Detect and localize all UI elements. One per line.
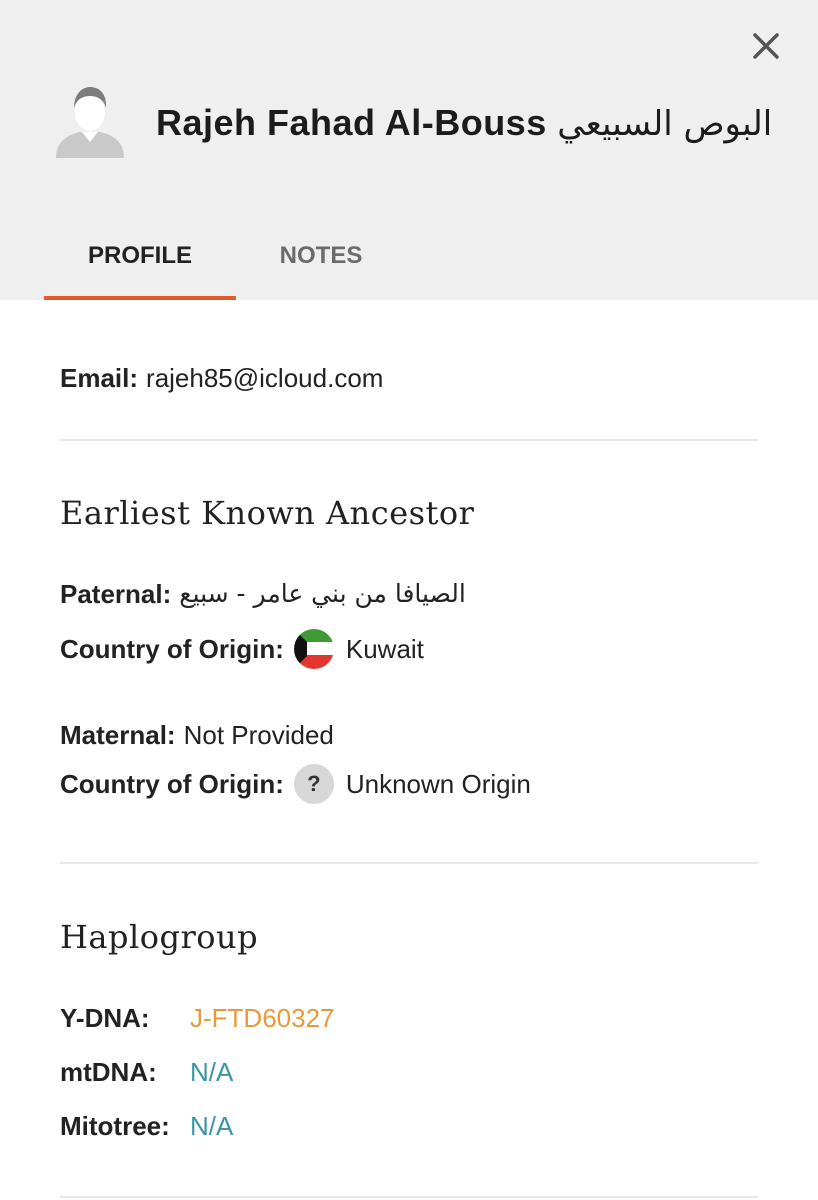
tab-profile[interactable]: PROFILE — [44, 236, 236, 276]
maternal-value: Not Provided — [183, 720, 334, 750]
maternal-origin-row: Country of Origin: ? Unknown Origin — [60, 763, 531, 805]
maternal-origin-label: Country of Origin: — [60, 769, 284, 799]
mitotree-value: N/A — [190, 1111, 234, 1141]
maternal-label: Maternal: — [60, 720, 176, 750]
email-label: Email: — [60, 363, 139, 393]
paternal-origin-row: Country of Origin: Kuwait — [60, 628, 424, 670]
profile-name-arabic: البوص السبيعي — [557, 104, 773, 144]
active-tab-indicator — [44, 296, 236, 300]
question-mark-icon: ? — [293, 764, 334, 804]
email-row: Email: rajeh85@icloud.com — [60, 361, 383, 395]
profile-name-latin: Rajeh Fahad Al-Bouss — [156, 102, 547, 143]
tab-notes[interactable]: NOTES — [236, 236, 406, 276]
email-value: rajeh85@icloud.com — [146, 363, 384, 393]
mtdna-value: N/A — [190, 1057, 234, 1087]
paternal-origin-value: Kuwait — [345, 634, 424, 664]
profile-header: Rajeh Fahad Al-Bouss البوص السبيعي PROFI… — [0, 0, 818, 300]
haplogroup-row-mitotree: Mitotree: N/A — [60, 1109, 233, 1143]
kuwait-flag-icon — [293, 629, 334, 669]
paternal-label: Paternal: — [60, 579, 172, 609]
haplogroup-row-ydna: Y-DNA: J-FTD60327 — [60, 1001, 335, 1035]
maternal-row: Maternal: Not Provided — [60, 718, 334, 752]
mtdna-label: mtDNA: — [60, 1057, 157, 1087]
close-icon[interactable] — [746, 26, 786, 66]
profile-name: Rajeh Fahad Al-Bouss البوص السبيعي — [156, 98, 772, 148]
divider — [60, 862, 758, 864]
default-user-avatar-icon — [56, 87, 124, 158]
divider — [60, 1196, 758, 1198]
ydna-label: Y-DNA: — [60, 1003, 150, 1033]
maternal-origin-value: Unknown Origin — [345, 769, 531, 799]
haplogroup-row-mtdna: mtDNA: N/A — [60, 1055, 233, 1089]
paternal-origin-label: Country of Origin: — [60, 634, 284, 664]
haplogroup-section-title: Haplogroup — [60, 918, 259, 956]
ydna-value[interactable]: J-FTD60327 — [190, 1001, 335, 1035]
mitotree-label: Mitotree: — [60, 1111, 170, 1141]
paternal-row: Paternal: الصيافا من بني عامر - سبيع — [60, 577, 466, 611]
divider — [60, 439, 758, 441]
ancestor-section-title: Earliest Known Ancestor — [60, 494, 475, 532]
paternal-value: الصيافا من بني عامر - سبيع — [179, 579, 466, 608]
